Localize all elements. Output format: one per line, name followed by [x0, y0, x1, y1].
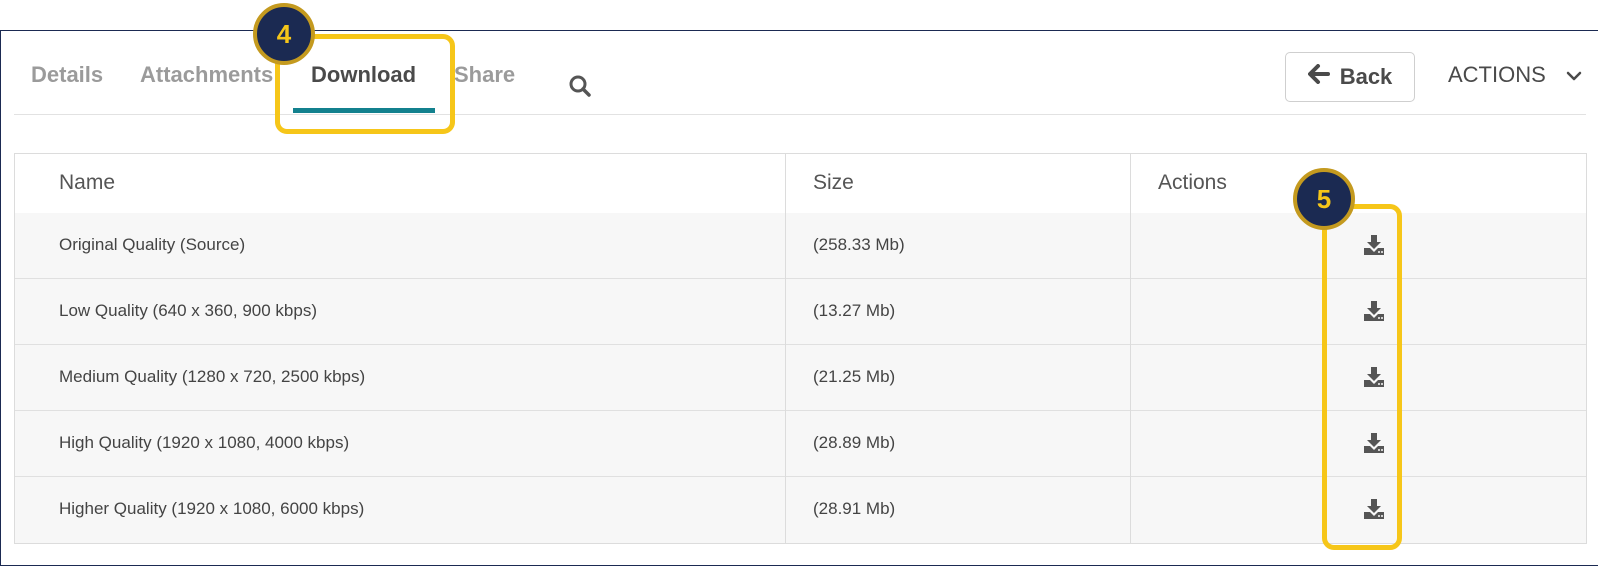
arrow-left-icon: [1307, 64, 1330, 90]
row-name: Low Quality (640 x 360, 900 kbps): [59, 301, 317, 320]
chevron-down-icon: [1566, 62, 1582, 88]
row-size: (21.25 Mb): [813, 367, 896, 386]
actions-label: ACTIONS: [1448, 62, 1546, 87]
tab-details[interactable]: Details: [31, 62, 103, 88]
row-size: (28.91 Mb): [813, 499, 896, 518]
row-size: (13.27 Mb): [813, 301, 896, 320]
actions-dropdown[interactable]: ACTIONS: [1448, 62, 1582, 88]
tab-attachments[interactable]: Attachments: [140, 62, 273, 88]
search-icon[interactable]: [568, 74, 592, 98]
tab-share[interactable]: Share: [454, 62, 515, 88]
row-size: (258.33 Mb): [813, 235, 905, 254]
callout-badge-4: 4: [253, 3, 315, 65]
back-button[interactable]: Back: [1285, 52, 1415, 102]
callout-badge-5: 5: [1293, 168, 1355, 230]
column-divider: [1130, 154, 1131, 543]
callout-highlight-download-icons: [1322, 204, 1402, 550]
column-divider: [785, 154, 786, 543]
back-button-label: Back: [1339, 64, 1393, 89]
row-name: Original Quality (Source): [59, 235, 246, 254]
column-header-actions: Actions: [1158, 171, 1227, 194]
column-header-size: Size: [813, 171, 854, 194]
row-name: High Quality (1920 x 1080, 4000 kbps): [59, 433, 350, 452]
row-name: Higher Quality (1920 x 1080, 6000 kbps): [59, 499, 365, 518]
column-header-name: Name: [59, 171, 116, 194]
row-size: (28.89 Mb): [813, 433, 896, 452]
row-name: Medium Quality (1280 x 720, 2500 kbps): [59, 367, 366, 386]
